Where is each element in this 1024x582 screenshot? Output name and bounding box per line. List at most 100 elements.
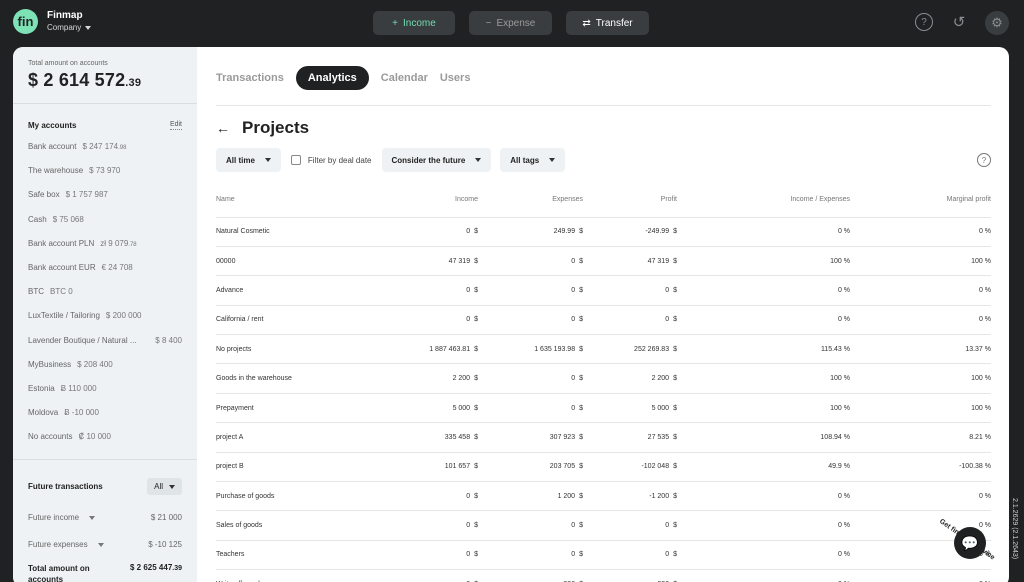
account-item[interactable]: Estonia Ƀ 110 000 (28, 384, 182, 408)
table-row[interactable]: project B 101 657 $203 705 $ -102 048 $49.9 %… (216, 452, 991, 483)
history-icon[interactable]: ↺ (950, 13, 968, 31)
column-header[interactable]: Name (216, 182, 386, 218)
account-item[interactable]: Cash $ 75 068 (28, 215, 182, 239)
table-row[interactable]: 00000 47 319 $0 $47 319 $100 % 100 % (216, 246, 991, 277)
account-item[interactable]: Bank account PLN zł 9 079.78 (28, 239, 182, 263)
gear-icon[interactable]: ⚙ (985, 11, 1009, 35)
brand-name: Finmap (47, 10, 83, 21)
tags-select[interactable]: All tags (500, 148, 566, 172)
chevron-down-icon (169, 484, 175, 489)
account-item[interactable]: LuxTextile / Tailoring $ 200 000 (28, 311, 182, 335)
company-switcher[interactable]: Company (47, 23, 92, 32)
account-item[interactable]: Lavender Boutique / Natural ... $ 8 400 (28, 336, 182, 360)
future-filter-select[interactable]: All (147, 478, 182, 496)
total-label: Total amount on accounts (28, 60, 108, 67)
account-name: Cash (28, 214, 47, 224)
account-item[interactable]: MyBusiness $ 208 400 (28, 360, 182, 384)
table-cell: 0$ (386, 217, 478, 247)
table-cell: 0$ (478, 305, 583, 336)
future-mode-select[interactable]: Consider the future (381, 148, 492, 172)
tab-bar: Transactions Analytics Calendar Users (216, 66, 991, 90)
version-label: 2.1.2629 (2.1.2643) (1011, 498, 1018, 560)
content-area: Transactions Analytics Calendar Users ← Pro… (216, 47, 991, 582)
title-row: ← Projects (216, 118, 991, 138)
column-header[interactable]: Expenses (478, 182, 583, 218)
account-name: Bank account PLN (28, 238, 95, 248)
help-icon[interactable]: ? (915, 13, 933, 31)
table-cell: 00000 (216, 246, 386, 277)
table-row[interactable]: California / rent 0 $0 $0 $0 % 0 % (216, 305, 991, 336)
period-select[interactable]: All time (216, 148, 281, 172)
future-income-value: $ 21 000 (150, 513, 182, 523)
table-row[interactable]: No projects 1 887 463.81 $1 635 193.98 $252… (216, 334, 991, 365)
table-row[interactable]: Sales of goods 0 $0 $0 $0 % 0 % (216, 510, 991, 541)
finmap-logo[interactable]: fin (13, 9, 38, 34)
tab-transactions[interactable]: Transactions (216, 72, 284, 84)
back-arrow-icon[interactable]: ← (216, 120, 230, 136)
brand-block: Finmap Company (47, 10, 92, 32)
top-bar: fin Finmap Company + Income − Expense ⇄ … (0, 0, 1024, 46)
table-cell: Goods in the warehouse (216, 363, 386, 394)
table-cell: 0 % (677, 481, 850, 512)
account-item[interactable]: The warehouse $ 73 970 (28, 166, 182, 190)
account-item[interactable]: BTC BTC 0 (28, 287, 182, 311)
account-value: € 24 708 (101, 262, 133, 272)
account-item[interactable]: No accounts ₡ 10 000 (28, 432, 182, 456)
help-icon[interactable]: ? (977, 153, 991, 167)
table-cell: 0$ (583, 305, 677, 336)
chat-button[interactable]: 💬 (954, 527, 986, 559)
table-cell: 13.37 % (850, 334, 991, 365)
table-cell: 2 200 $ (583, 363, 677, 394)
account-item[interactable]: Bank account EUR € 24 708 (28, 263, 182, 287)
main-panel: Total amount on accounts $ 2 614 572.39 … (13, 47, 1009, 582)
table-row[interactable]: Goods in the warehouse 2 200 $0 $2 200 $100 … (216, 363, 991, 394)
tab-analytics[interactable]: Analytics (295, 66, 369, 90)
column-header[interactable]: Profit (583, 182, 677, 218)
table-cell: -249.99 $ (583, 217, 677, 247)
table-row[interactable]: Teachers 0 $0 $0 $0 % 0 % (216, 540, 991, 571)
edit-accounts-link[interactable]: Edit (169, 121, 182, 130)
future-income-row[interactable]: Future income $ 21 000 (28, 513, 182, 522)
table-cell: -100.38 % (850, 452, 991, 483)
table-cell: 252 269.83 $ (583, 334, 677, 365)
income-button[interactable]: + Income (373, 11, 455, 35)
table-cell: 335 458 $ (386, 422, 478, 453)
account-name: Estonia (28, 383, 55, 393)
table-row[interactable]: Advance 0 $0 $0 $0 % 0 % (216, 275, 991, 306)
table-cell: project A (216, 422, 386, 453)
table-cell: 47 319 $ (386, 246, 478, 277)
expense-button[interactable]: − Expense (469, 11, 552, 35)
table-row[interactable]: Write-off goods0$230$-230$0 %0 % (216, 569, 991, 582)
account-name: Lavender Boutique / Natural ... (28, 335, 137, 345)
table-row[interactable]: Purchase of goods 0 $1 200 $ -1 200 $0 % 0 % (216, 481, 991, 512)
chevron-down-icon (264, 158, 271, 162)
column-header[interactable]: Income (386, 182, 478, 218)
chevron-down-icon (89, 515, 96, 520)
account-item[interactable]: Bank account $ 247 174.98 (28, 142, 182, 166)
deal-date-checkbox[interactable]: Filter by deal date (290, 155, 372, 165)
table-cell: 249.99 $ (478, 217, 583, 247)
table-cell: 230$ (478, 569, 583, 582)
checkbox-box[interactable] (290, 155, 301, 165)
account-item[interactable]: Moldova Ƀ -10 000 (28, 408, 182, 432)
tab-users[interactable]: Users (440, 72, 471, 84)
account-name: No accounts (28, 432, 73, 442)
column-header[interactable]: Income / Expenses (677, 182, 850, 218)
transfer-icon: ⇄ (582, 17, 591, 29)
table-row[interactable]: Prepayment 5 000 $0 $5 000 $100 % 100 % (216, 393, 991, 424)
table-cell: 100 % (677, 393, 850, 424)
account-name: BTC (28, 287, 44, 297)
column-header[interactable]: Marginal profit (850, 182, 991, 218)
account-name: Safe box (28, 190, 60, 200)
table-row[interactable]: Natural Cosmetic 0 $249.99 $ -249.99 $0 % 0 % (216, 217, 991, 247)
table-cell: 0 % (850, 217, 991, 247)
table-cell: 0$ (583, 275, 677, 306)
future-expenses-row[interactable]: Future expenses $ -10 125 (28, 540, 182, 549)
table-cell: Sales of goods (216, 510, 386, 541)
tab-calendar[interactable]: Calendar (381, 72, 428, 84)
account-item[interactable]: Safe box $ 1 757 987 (28, 190, 182, 214)
table-cell: 0 % (677, 569, 850, 582)
table-cell: 47 319 $ (583, 246, 677, 277)
table-row[interactable]: project A 335 458 $307 923 $27 535 $108.94 %… (216, 422, 991, 453)
transfer-button[interactable]: ⇄ Transfer (566, 11, 649, 35)
